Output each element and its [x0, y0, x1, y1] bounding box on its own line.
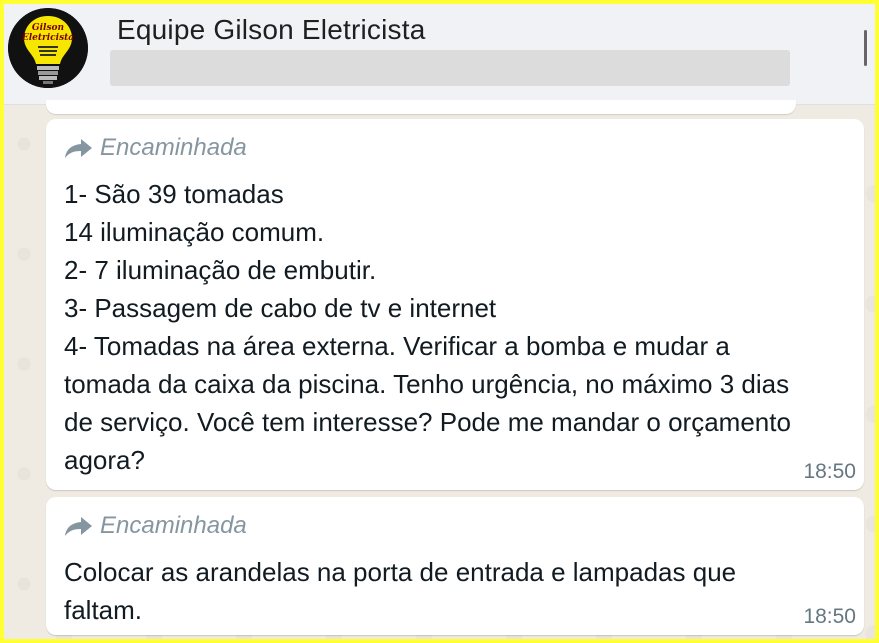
message-bubble[interactable]: Encaminhada Colocar as arandelas na port… [46, 497, 864, 635]
scrollbar[interactable] [864, 30, 867, 66]
chat-window: Gilson Eletricista Equipe Gilson Eletric… [4, 4, 875, 639]
forward-arrow-icon [65, 517, 92, 536]
message-time: 18:50 [803, 460, 856, 483]
message-text: 1- São 39 tomadas 14 iluminação comum. 2… [64, 179, 791, 475]
message-time: 18:50 [803, 605, 856, 628]
forwarded-indicator: Encaminhada [64, 512, 247, 539]
forward-arrow-icon [65, 139, 92, 158]
avatar-logo-line2: Eletricista [21, 33, 74, 43]
avatar-logo-line1: Gilson [32, 23, 64, 33]
lightbulb-logo-icon: Gilson Eletricista [8, 8, 88, 88]
forwarded-label: Encaminhada [100, 134, 247, 161]
message-text: Colocar as arandelas na porta de entrada… [64, 557, 737, 625]
forwarded-indicator: Encaminhada [64, 134, 247, 161]
chat-header[interactable]: Gilson Eletricista Equipe Gilson Eletric… [4, 4, 875, 105]
contact-avatar[interactable]: Gilson Eletricista [8, 8, 88, 88]
blurred-subtitle [110, 50, 790, 86]
message-bubble[interactable]: Encaminhada 1- São 39 tomadas 14 ilumina… [46, 119, 864, 490]
forwarded-label: Encaminhada [100, 512, 247, 539]
contact-name[interactable]: Equipe Gilson Eletricista [117, 14, 425, 46]
previous-message-bubble [46, 100, 796, 114]
